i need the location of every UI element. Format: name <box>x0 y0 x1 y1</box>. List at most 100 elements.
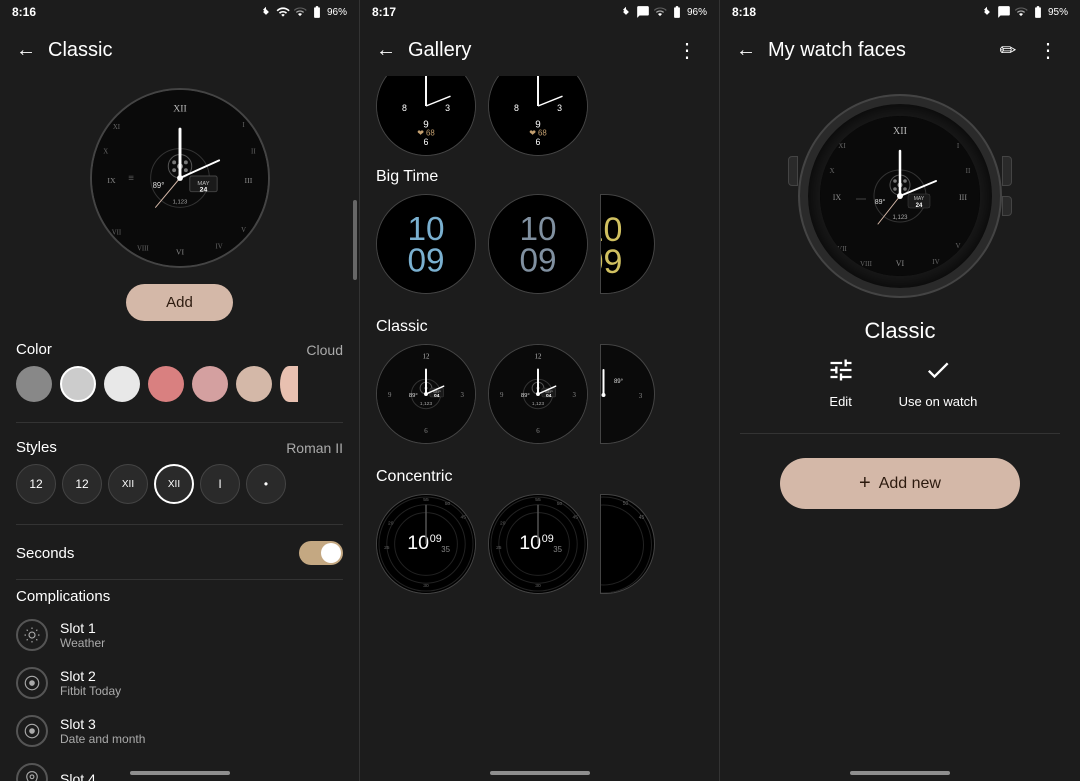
complications-section: Complications Slot 1 Weather <box>0 584 359 781</box>
add-button[interactable]: Add <box>126 284 233 321</box>
classic-watch-partial[interactable]: 3 89° <box>600 344 655 444</box>
style-btn-xii-dark[interactable]: XII <box>108 464 148 504</box>
back-button-right[interactable]: ← <box>736 39 756 62</box>
slot4-svg <box>23 770 41 781</box>
slot3-text: Slot 3 Date and month <box>60 716 145 746</box>
top-watch-2[interactable]: 9 ❤ 68 3 8 6 <box>488 76 588 156</box>
svg-text:35: 35 <box>441 545 450 554</box>
watch-body-container: XII III VI IX I II V IV XI X VII VIII <box>800 96 1000 296</box>
edit-label: Edit <box>829 394 851 409</box>
svg-text:III: III <box>244 176 252 185</box>
svg-text:09: 09 <box>542 533 554 545</box>
use-on-watch-label: Use on watch <box>899 394 978 409</box>
svg-text:1,123: 1,123 <box>420 401 433 407</box>
bigtime-watch-1[interactable]: 10 09 <box>376 194 476 294</box>
slot4-item[interactable]: Slot 4 <box>0 755 359 781</box>
divider-3 <box>16 579 343 580</box>
back-button-middle[interactable]: ← <box>376 39 396 62</box>
concentric-watch-1[interactable]: 55 50 45 30 25 20 10 09 35 <box>376 494 476 594</box>
edit-action-btn[interactable]: Edit <box>823 352 859 409</box>
slot3-value: Date and month <box>60 732 145 746</box>
slot2-icon <box>16 667 48 699</box>
swatch-gray[interactable] <box>16 366 52 402</box>
slot2-item[interactable]: Slot 2 Fitbit Today <box>0 659 359 707</box>
style-btn-xii-selected[interactable]: XII <box>154 464 194 504</box>
svg-text:II: II <box>966 167 971 175</box>
left-scroll-area[interactable]: XII III VI IX I II V IV XI X VII VIII <box>0 76 359 781</box>
classic-watches: 12 3 6 9 89° SEP 04 1,123 <box>376 344 703 444</box>
bigtime-watch-partial[interactable]: 10 09 <box>600 194 655 294</box>
style-btn-12-filled[interactable]: 12 <box>16 464 56 504</box>
svg-text:X: X <box>829 167 834 175</box>
slot1-value: Weather <box>60 636 105 650</box>
swatch-light-rose[interactable] <box>192 366 228 402</box>
classic-watch-1[interactable]: 12 3 6 9 89° SEP 04 1,123 <box>376 344 476 444</box>
slot3-item[interactable]: Slot 3 Date and month <box>0 707 359 755</box>
svg-text:1,123: 1,123 <box>172 199 187 205</box>
svg-text:6: 6 <box>536 137 541 147</box>
slot1-item[interactable]: Slot 1 Weather <box>0 611 359 659</box>
svg-text:1,123: 1,123 <box>892 215 908 221</box>
svg-text:XII: XII <box>893 126 907 137</box>
signal-icon-mid <box>653 5 667 19</box>
big-time-section: Big Time 10 09 10 09 <box>360 156 719 306</box>
swatch-white[interactable] <box>104 366 140 402</box>
classic-watch-2[interactable]: 12 3 6 9 89° SEP 04 1,123 <box>488 344 588 444</box>
seconds-toggle[interactable] <box>299 541 343 565</box>
svg-text:55: 55 <box>535 497 541 503</box>
svg-text:50: 50 <box>445 501 451 507</box>
swatch-cloud[interactable] <box>236 366 272 402</box>
use-on-watch-btn[interactable]: Use on watch <box>899 352 978 409</box>
battery-pct-mid: 96% <box>687 7 707 18</box>
top-bar-actions-right: ✏ ⋮ <box>992 34 1064 66</box>
swatch-rose[interactable] <box>148 366 184 402</box>
svg-text:MAY: MAY <box>914 196 925 202</box>
status-icons-right: 95% <box>980 5 1068 19</box>
msg-icon-right <box>997 5 1011 19</box>
add-new-label: Add new <box>879 475 941 493</box>
svg-text:6: 6 <box>424 428 428 435</box>
more-button-right[interactable]: ⋮ <box>1032 34 1064 66</box>
home-indicator-middle <box>490 771 590 775</box>
slot1-text: Slot 1 Weather <box>60 620 105 650</box>
back-button-left[interactable]: ← <box>16 39 36 62</box>
gallery-scroll[interactable]: 9 ❤ 68 3 8 6 9 ❤ 68 3 8 6 <box>360 76 719 781</box>
concentric-watch-partial[interactable]: 45 50 <box>600 494 655 594</box>
style-btn-12-outline[interactable]: 12 <box>62 464 102 504</box>
style-btn-dot[interactable]: • <box>246 464 286 504</box>
edit-pencil-button[interactable]: ✏ <box>992 34 1024 66</box>
slot2-value: Fitbit Today <box>60 684 121 698</box>
swatch-light-gray[interactable] <box>60 366 96 402</box>
msg-icon-mid <box>636 5 650 19</box>
svg-text:25: 25 <box>384 545 390 551</box>
slot3-svg <box>23 722 41 740</box>
svg-text:IV: IV <box>215 243 222 250</box>
concentric-watch-2[interactable]: 55 50 45 30 25 20 10 09 35 <box>488 494 588 594</box>
style-btn-i[interactable]: I <box>200 464 240 504</box>
battery-icon-mid <box>670 5 684 19</box>
signal-icon <box>293 5 307 19</box>
concentric-watches: 55 50 45 30 25 20 10 09 35 <box>376 494 703 594</box>
svg-text:50: 50 <box>623 501 629 507</box>
swatch-peach-partial[interactable] <box>280 366 298 402</box>
slot4-icon <box>16 763 48 781</box>
middle-panel: 8:17 96% ← Gallery ⋮ 9 ❤ 68 <box>360 0 720 781</box>
page-title-right: My watch faces <box>768 39 992 62</box>
svg-text:3: 3 <box>557 103 562 113</box>
svg-text:VIII: VIII <box>136 245 148 252</box>
top-watch-1[interactable]: 9 ❤ 68 3 8 6 <box>376 76 476 156</box>
slot2-svg <box>23 674 41 692</box>
styles-value: Roman II <box>286 440 343 456</box>
wifi-icon <box>276 5 290 19</box>
svg-text:IX: IX <box>833 193 842 202</box>
svg-text:3: 3 <box>639 392 643 400</box>
more-button-middle[interactable]: ⋮ <box>671 34 703 66</box>
page-title-left: Classic <box>48 39 343 62</box>
svg-text:45: 45 <box>461 515 467 521</box>
bigtime-watch-2[interactable]: 10 09 <box>488 194 588 294</box>
check-icon <box>924 356 952 384</box>
svg-text:VIII: VIII <box>860 260 873 268</box>
svg-text:6: 6 <box>536 428 540 435</box>
add-new-button[interactable]: + Add new <box>780 458 1020 509</box>
color-swatches <box>16 360 343 410</box>
